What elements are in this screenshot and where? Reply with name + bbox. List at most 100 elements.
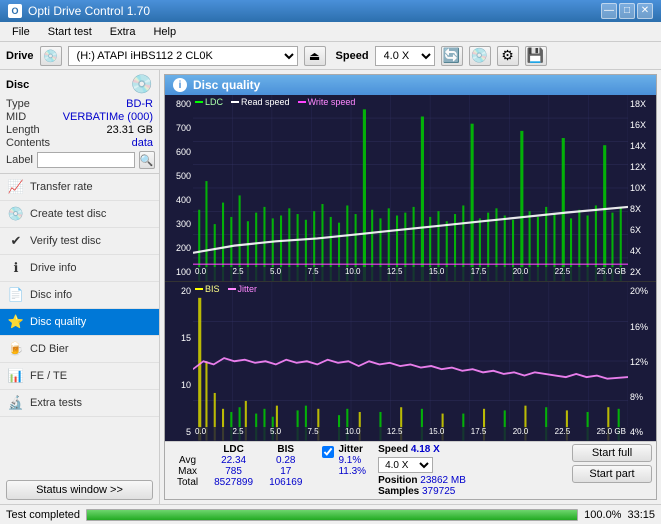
sidebar-item-transfer-rate[interactable]: 📈 Transfer rate bbox=[0, 174, 159, 201]
disc-button[interactable]: 💿 bbox=[469, 46, 491, 66]
extra-tests-icon: 🔬 bbox=[8, 395, 24, 411]
speed-section: Speed 4.18 X 4.0 X Position 23862 MB Sam… bbox=[378, 444, 466, 497]
quality-header-icon: i bbox=[173, 78, 187, 92]
samples-value: 379725 bbox=[422, 486, 455, 497]
disc-title: Disc bbox=[6, 79, 29, 91]
status-window-button[interactable]: Status window >> bbox=[6, 480, 153, 500]
mid-value: VERBATIMe (000) bbox=[63, 111, 153, 123]
speed-dropdown[interactable]: 4.0 X bbox=[378, 457, 433, 473]
fe-te-icon: 📊 bbox=[8, 368, 24, 384]
nav-items: 📈 Transfer rate 💿 Create test disc ✔ Ver… bbox=[0, 174, 159, 476]
eject-button[interactable]: ⏏ bbox=[304, 46, 326, 66]
disc-panel-icon: 💿 bbox=[131, 74, 153, 95]
sidebar-item-extra-tests[interactable]: 🔬 Extra tests bbox=[0, 390, 159, 417]
contents-label: Contents bbox=[6, 137, 50, 149]
settings-button[interactable]: ⚙ bbox=[497, 46, 519, 66]
menu-help[interactable]: Help bbox=[145, 24, 184, 40]
sidebar-item-label: FE / TE bbox=[30, 370, 67, 382]
chart1-y-right: 18X16X14X12X10X8X6X4X2X bbox=[628, 95, 656, 281]
save-button[interactable]: 💾 bbox=[525, 46, 547, 66]
chart1-area: LDC Read speed Write speed 8007 bbox=[165, 95, 656, 282]
start-part-button[interactable]: Start part bbox=[572, 465, 652, 483]
jitter-label: Jitter bbox=[338, 444, 362, 455]
stats-max-row: Max 785 17 bbox=[169, 466, 310, 477]
app-title: Opti Drive Control 1.70 bbox=[28, 4, 150, 18]
cd-bier-icon: 🍺 bbox=[8, 341, 24, 357]
sidebar-item-create-test-disc[interactable]: 💿 Create test disc bbox=[0, 201, 159, 228]
disc-quality-panel: i Disc quality LDC Read speed bbox=[164, 74, 657, 500]
jitter-checkbox[interactable] bbox=[322, 446, 334, 458]
start-buttons: Start full Start part bbox=[572, 444, 652, 483]
samples-label: Samples bbox=[378, 486, 419, 497]
avg-ldc: 22.34 bbox=[206, 455, 261, 466]
contents-value: data bbox=[132, 137, 153, 149]
chart2-svg bbox=[193, 282, 628, 441]
sidebar-item-cd-bier[interactable]: 🍺 CD Bier bbox=[0, 336, 159, 363]
sidebar-item-verify-test-disc[interactable]: ✔ Verify test disc bbox=[0, 228, 159, 255]
sidebar-item-label: Transfer rate bbox=[30, 181, 93, 193]
sidebar-item-fe-te[interactable]: 📊 FE / TE bbox=[0, 363, 159, 390]
minimize-button[interactable]: — bbox=[601, 3, 617, 19]
chart2-y-left: 2015105 bbox=[165, 282, 193, 441]
refresh-button[interactable]: 🔄 bbox=[441, 46, 463, 66]
chart2-x-labels: 0.02.55.07.510.012.515.017.520.022.525.0… bbox=[193, 427, 628, 441]
sidebar-item-label: Disc quality bbox=[30, 316, 86, 328]
label-input[interactable] bbox=[37, 152, 135, 168]
length-value: 23.31 GB bbox=[107, 124, 153, 136]
chart1-svg bbox=[193, 95, 628, 281]
progress-label: 100.0% bbox=[584, 509, 621, 521]
quality-header: i Disc quality bbox=[165, 75, 656, 95]
total-bis: 106169 bbox=[261, 477, 310, 488]
drive-icon-btn[interactable]: 💿 bbox=[40, 46, 62, 66]
chart1-main: 0.02.55.07.510.012.515.017.520.022.525.0… bbox=[193, 95, 628, 281]
speed-label: Speed bbox=[336, 50, 369, 62]
sidebar-item-disc-quality[interactable]: ⭐ Disc quality bbox=[0, 309, 159, 336]
label-label: Label bbox=[6, 154, 33, 166]
main-layout: Disc 💿 Type BD-R MID VERBATIMe (000) Len… bbox=[0, 70, 661, 504]
menu-file[interactable]: File bbox=[4, 24, 38, 40]
drive-select[interactable]: (H:) ATAPI iHBS112 2 CL0K bbox=[68, 46, 298, 66]
sidebar-item-label: CD Bier bbox=[30, 343, 69, 355]
title-bar: O Opti Drive Control 1.70 — □ ✕ bbox=[0, 0, 661, 22]
sidebar-item-drive-info[interactable]: ℹ Drive info bbox=[0, 255, 159, 282]
sidebar-item-disc-info[interactable]: 📄 Disc info bbox=[0, 282, 159, 309]
mid-label: MID bbox=[6, 111, 26, 123]
jitter-avg: 9.1% bbox=[338, 455, 366, 466]
disc-panel: Disc 💿 Type BD-R MID VERBATIMe (000) Len… bbox=[0, 70, 159, 174]
chart2-legend: BIS Jitter bbox=[195, 284, 257, 294]
menu-bar: File Start test Extra Help bbox=[0, 22, 661, 42]
quality-title: Disc quality bbox=[193, 78, 260, 92]
close-button[interactable]: ✕ bbox=[637, 3, 653, 19]
max-label: Max bbox=[169, 466, 206, 477]
transfer-rate-icon: 📈 bbox=[8, 179, 24, 195]
total-label: Total bbox=[169, 477, 206, 488]
chart1-legend: LDC Read speed Write speed bbox=[195, 97, 355, 107]
sidebar-item-label: Disc info bbox=[30, 289, 72, 301]
jitter-max: 11.3% bbox=[338, 466, 366, 477]
status-bar: Test completed 100.0% 33:15 bbox=[0, 504, 661, 524]
stats-avg-row: Avg 22.34 0.28 bbox=[169, 455, 310, 466]
speed-select[interactable]: 4.0 X bbox=[375, 46, 435, 66]
sidebar-item-label: Create test disc bbox=[30, 208, 106, 220]
chart2-y-right: 20%16%12%8%4% bbox=[628, 282, 656, 441]
type-label: Type bbox=[6, 98, 30, 110]
menu-start-test[interactable]: Start test bbox=[40, 24, 100, 40]
col-ldc: LDC bbox=[206, 444, 261, 455]
progress-container bbox=[86, 509, 578, 521]
speed-label: Speed bbox=[378, 444, 408, 455]
status-text: Test completed bbox=[6, 509, 80, 521]
start-full-button[interactable]: Start full bbox=[572, 444, 652, 462]
menu-extra[interactable]: Extra bbox=[102, 24, 144, 40]
stats-total-row: Total 8527899 106169 bbox=[169, 477, 310, 488]
drive-label: Drive bbox=[6, 50, 34, 62]
label-search-button[interactable]: 🔍 bbox=[139, 151, 155, 169]
maximize-button[interactable]: □ bbox=[619, 3, 635, 19]
avg-bis: 0.28 bbox=[261, 455, 310, 466]
jitter-section: Jitter 9.1% 11.3% bbox=[322, 444, 366, 477]
type-value: BD-R bbox=[126, 98, 153, 110]
create-test-disc-icon: 💿 bbox=[8, 206, 24, 222]
chart1-y-left: 800700600500400300200100 bbox=[165, 95, 193, 281]
drive-info-icon: ℹ bbox=[8, 260, 24, 276]
stats-table: LDC BIS Avg 22.34 0.28 Max 785 bbox=[169, 444, 310, 488]
chart2-main: 0.02.55.07.510.012.515.017.520.022.525.0… bbox=[193, 282, 628, 441]
